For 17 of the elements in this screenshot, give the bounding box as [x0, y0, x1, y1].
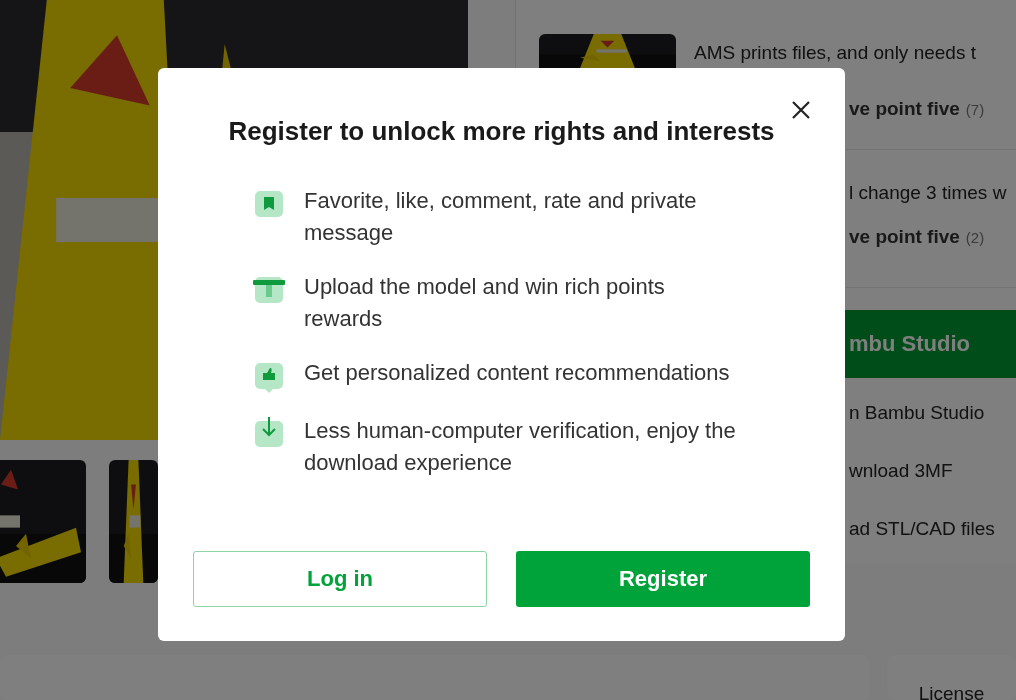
benefit-text: Less human-computer verification, enjoy the download experience [304, 417, 737, 477]
benefit-text: Upload the model and win rich points rewards [304, 273, 666, 333]
login-button[interactable]: Log in [193, 551, 487, 607]
model-title[interactable]: l change 3 times w [849, 182, 1016, 204]
register-button[interactable]: Register [516, 551, 810, 607]
close-icon [791, 100, 811, 120]
benefit-text: Get personalized content recommendations [304, 359, 731, 387]
download-link[interactable]: ad STL/CAD files [849, 518, 1016, 540]
download-link[interactable]: wnload 3MF [849, 460, 1016, 482]
model-count: (7) [965, 101, 985, 118]
benefit-text: Favorite, like, comment, rate and private message [304, 187, 698, 247]
download-link[interactable]: n Bambu Studio [849, 402, 1016, 424]
author-name[interactable]: ve point five [849, 226, 960, 248]
model-count: (2) [965, 229, 985, 246]
model-title[interactable]: AMS prints files, and only needs t [694, 42, 985, 64]
author-name[interactable]: ve point five [849, 98, 960, 120]
dialog-title: Register to unlock more rights and interests [228, 116, 775, 147]
